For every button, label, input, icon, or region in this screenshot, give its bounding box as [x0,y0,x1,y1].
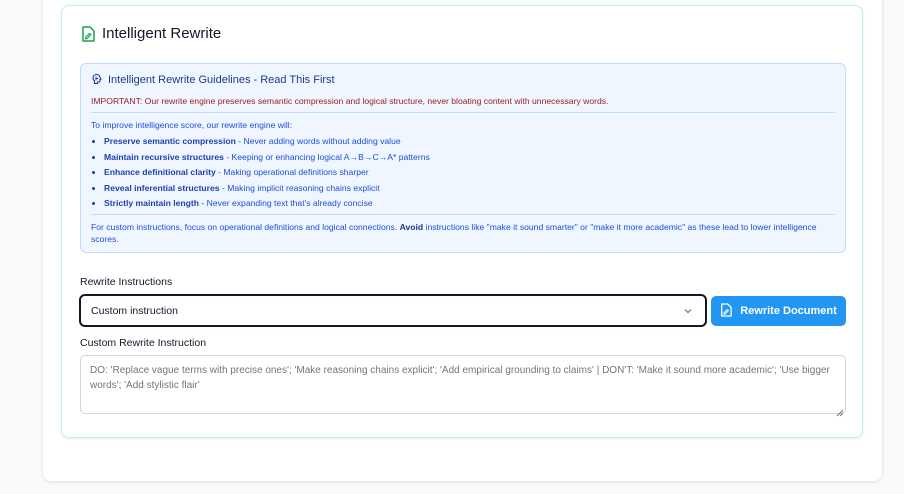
section-title: Intelligent Rewrite [102,25,222,42]
resize-handle[interactable] [836,404,844,422]
guidelines-list: Preserve semantic compression - Never ad… [91,136,835,208]
selected-value: Custom instruction [91,304,178,317]
chevron-down-icon [683,306,693,318]
divider [91,213,835,215]
important-notice: IMPORTANT: Our rewrite engine preserves … [91,96,609,106]
list-item: Maintain recursive structures - Keeping … [104,152,835,162]
list-item: Preserve semantic compression - Never ad… [104,136,835,146]
rewrite-instructions-label: Rewrite Instructions [80,276,173,288]
document-edit-icon [720,302,740,320]
document-edit-icon [81,25,95,42]
rewrite-instructions-select[interactable]: Custom instruction [79,294,707,327]
rewrite-document-button[interactable]: Rewrite Document [711,296,846,326]
guidelines-intro: To improve intelligence score, our rewri… [91,120,293,130]
list-item: Enhance definitional clarity - Making op… [104,167,835,177]
list-item: Reveal inferential structures - Making i… [104,183,835,193]
custom-instruction-textarea[interactable] [80,355,846,414]
guidelines-box: Intelligent Rewrite Guidelines - Read Th… [80,63,846,253]
list-item: Strictly maintain length - Never expandi… [104,198,835,208]
guidelines-footer: For custom instructions, focus on operat… [91,221,817,244]
section-header: Intelligent Rewrite [81,25,221,42]
divider [91,112,835,113]
guidelines-title: Intelligent Rewrite Guidelines - Read Th… [108,74,335,86]
brain-icon [91,73,103,87]
rewrite-document-label: Rewrite Document [740,305,837,317]
custom-instruction-label: Custom Rewrite Instruction [80,337,207,349]
guidelines-header: Intelligent Rewrite Guidelines - Read Th… [91,73,835,87]
intelligent-rewrite-section: Intelligent Rewrite Intelligent Rewrite … [61,5,863,438]
